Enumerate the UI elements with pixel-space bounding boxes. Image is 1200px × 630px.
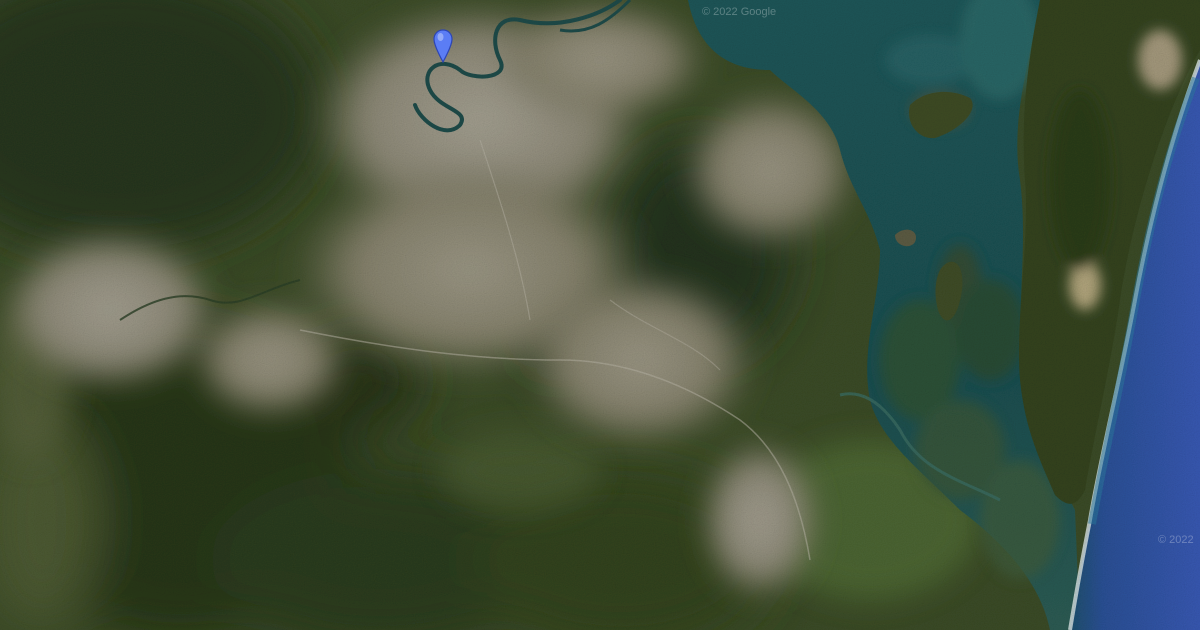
map-pin-icon[interactable]: [432, 29, 454, 64]
satellite-map-view[interactable]: © 2022 Google © 2022: [0, 0, 1200, 630]
satellite-imagery[interactable]: [0, 0, 1200, 630]
